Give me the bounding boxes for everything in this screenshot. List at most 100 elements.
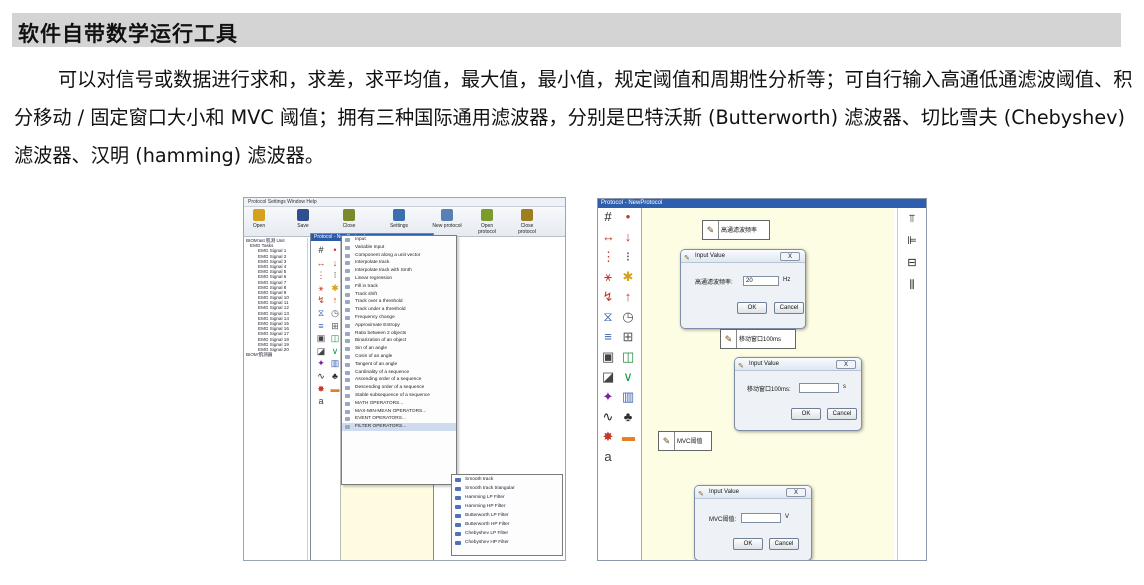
context-menu-item[interactable]: Approximate Entropy <box>342 322 456 330</box>
filter-menu-item[interactable]: Hamming LP Filter <box>452 493 562 502</box>
palette-tool-icon[interactable]: ↓ <box>622 230 634 243</box>
value-input[interactable]: 20 <box>743 276 779 286</box>
context-menu-item[interactable]: Linear regression <box>342 275 456 283</box>
palette-tool-icon[interactable]: ∿ <box>602 410 614 423</box>
tree-item[interactable]: BIOM'肌测器 <box>244 352 307 357</box>
context-menu-item[interactable]: Variable Input <box>342 244 456 252</box>
palette-tool-icon[interactable]: ✸ <box>315 384 327 394</box>
close-button[interactable]: X <box>780 252 800 261</box>
context-menu-item[interactable]: Component along a unit vector <box>342 252 456 260</box>
palette-tool-icon[interactable]: ▥ <box>622 390 634 403</box>
align-top-icon[interactable]: ⫪ <box>906 214 918 225</box>
palette-tool-icon[interactable]: ↔ <box>315 258 327 268</box>
context-menu-item[interactable]: Binarization of an object <box>342 337 456 345</box>
ok-button[interactable]: OK <box>737 302 767 314</box>
palette-tool-icon[interactable]: ▣ <box>602 350 614 363</box>
palette-tool-icon[interactable]: ✸ <box>602 430 614 443</box>
palette-tool-icon[interactable]: ≡ <box>602 330 614 343</box>
palette-tool-icon[interactable]: ↯ <box>315 295 327 305</box>
palette-tool-icon[interactable]: ◪ <box>315 346 327 356</box>
toolbar-button[interactable]: Close protocol <box>512 209 542 235</box>
palette-tool-icon[interactable]: ◷ <box>622 310 634 323</box>
value-input[interactable] <box>799 383 839 393</box>
toolbar-button[interactable]: Open <box>244 209 274 229</box>
palette-tool-icon[interactable]: ⊞ <box>622 330 634 343</box>
palette-tool-icon[interactable]: • <box>622 210 634 223</box>
context-menu-item[interactable]: MAX-MIN-MEAN OPERATORS... <box>342 408 456 416</box>
context-menu-item[interactable]: FILTER OPERATORS... <box>342 423 456 431</box>
ok-button[interactable]: OK <box>791 408 821 420</box>
palette-tool-icon[interactable]: • <box>329 245 341 255</box>
filter-menu-item[interactable]: Smooth track <box>452 475 562 484</box>
toolbar-button[interactable]: New protocol <box>432 209 462 229</box>
filter-menu-item[interactable]: Hamming HP Filter <box>452 502 562 511</box>
context-menu-item[interactable]: Sin of an angle <box>342 345 456 353</box>
palette-tool-icon[interactable]: ∿ <box>315 371 327 381</box>
cancel-button[interactable]: Cancel <box>774 302 804 314</box>
context-menu-item[interactable]: Ascending order of a sequence <box>342 376 456 384</box>
palette-tool-icon[interactable]: ↔ <box>602 230 615 243</box>
palette-tool-icon[interactable]: ⊞ <box>329 321 341 331</box>
block-mvc[interactable]: ✎ MVC阈值 <box>658 431 712 451</box>
palette-tool-icon[interactable]: a <box>315 396 327 406</box>
palette-tool-icon[interactable]: ◫ <box>622 350 634 363</box>
context-menu-item[interactable]: Stable subsequence of a sequence <box>342 392 456 400</box>
filter-menu-item[interactable]: Butterworth LP Filter <box>452 511 562 520</box>
palette-tool-icon[interactable]: ⁝ <box>329 270 341 280</box>
context-menu-item[interactable]: Interpolate track <box>342 259 456 267</box>
palette-tool-icon[interactable]: ⧖ <box>602 310 614 323</box>
cancel-button[interactable]: Cancel <box>769 538 799 550</box>
context-menu-item[interactable]: MATH OPERATORS... <box>342 400 456 408</box>
palette-tool-icon[interactable]: ⧖ <box>315 308 327 318</box>
context-menu-item[interactable]: Ratio between 2 objects <box>342 330 456 338</box>
context-menu-item[interactable]: Frequency change <box>342 314 456 322</box>
palette-tool-icon[interactable]: ✦ <box>315 358 327 368</box>
palette-tool-icon[interactable]: ▥ <box>329 358 341 368</box>
palette-tool-icon[interactable]: ♣ <box>622 410 634 423</box>
toolbar-button[interactable]: Open protocol <box>472 209 502 235</box>
palette-tool-icon[interactable]: ◪ <box>602 370 614 383</box>
palette-tool-icon[interactable]: ✱ <box>622 270 634 283</box>
ok-button[interactable]: OK <box>733 538 763 550</box>
value-input[interactable] <box>741 513 781 523</box>
toolbar-button[interactable]: Close <box>334 209 364 229</box>
palette-tool-icon[interactable]: ✦ <box>602 390 614 403</box>
context-menu-item[interactable]: Fill in track <box>342 283 456 291</box>
palette-tool-icon[interactable]: ⚹ <box>602 270 614 283</box>
context-menu-item[interactable]: Track under a threshold <box>342 306 456 314</box>
palette-tool-icon[interactable]: ↓ <box>329 258 341 268</box>
align-left-icon[interactable]: ⊫ <box>906 236 918 247</box>
filter-menu-item[interactable]: Smooth track triangular <box>452 484 562 493</box>
distribute-icon[interactable]: ⫼ <box>906 280 918 291</box>
toolbar-button[interactable]: Save <box>288 209 318 229</box>
context-menu-item[interactable]: Descending order of a sequence <box>342 384 456 392</box>
palette-tool-icon[interactable]: ▬ <box>329 384 341 394</box>
palette-tool-icon[interactable]: # <box>315 245 327 255</box>
filter-menu-item[interactable]: Butterworth HP Filter <box>452 520 562 529</box>
context-menu-item[interactable]: Cosin of an angle <box>342 353 456 361</box>
palette-tool-icon[interactable]: a <box>602 450 614 463</box>
context-menu-item[interactable]: Track shift <box>342 291 456 299</box>
palette-tool-icon[interactable]: ◷ <box>329 308 341 318</box>
palette-tool-icon[interactable]: ↯ <box>602 290 614 303</box>
palette-tool-icon[interactable]: ⚹ <box>315 283 327 293</box>
close-button[interactable]: X <box>836 360 856 369</box>
palette-tool-icon[interactable]: ∨ <box>622 370 634 383</box>
palette-tool-icon[interactable]: ↑ <box>329 295 341 305</box>
close-button[interactable]: X <box>786 488 806 497</box>
palette-tool-icon[interactable]: # <box>602 210 614 223</box>
filter-menu-item[interactable]: Chebyshev LP Filter <box>452 529 562 538</box>
context-menu-item[interactable]: Tangent of an angle <box>342 361 456 369</box>
align-center-icon[interactable]: ⊟ <box>906 258 918 269</box>
filter-menu-item[interactable]: Chebyshev HP Filter <box>452 538 562 547</box>
palette-tool-icon[interactable]: ✱ <box>329 283 341 293</box>
palette-tool-icon[interactable]: ▣ <box>315 333 327 343</box>
context-menu-item[interactable]: Interpolate track with Smth <box>342 267 456 275</box>
block-highpass[interactable]: ✎ 高通滤波频率 <box>702 220 770 240</box>
context-menu-item[interactable]: Input <box>342 236 456 244</box>
palette-tool-icon[interactable]: ⁝ <box>622 250 634 263</box>
cancel-button[interactable]: Cancel <box>827 408 857 420</box>
context-menu-item[interactable]: Cardinality of a sequence <box>342 369 456 377</box>
palette-tool-icon[interactable]: ◫ <box>329 333 341 343</box>
palette-tool-icon[interactable]: ♣ <box>329 371 341 381</box>
